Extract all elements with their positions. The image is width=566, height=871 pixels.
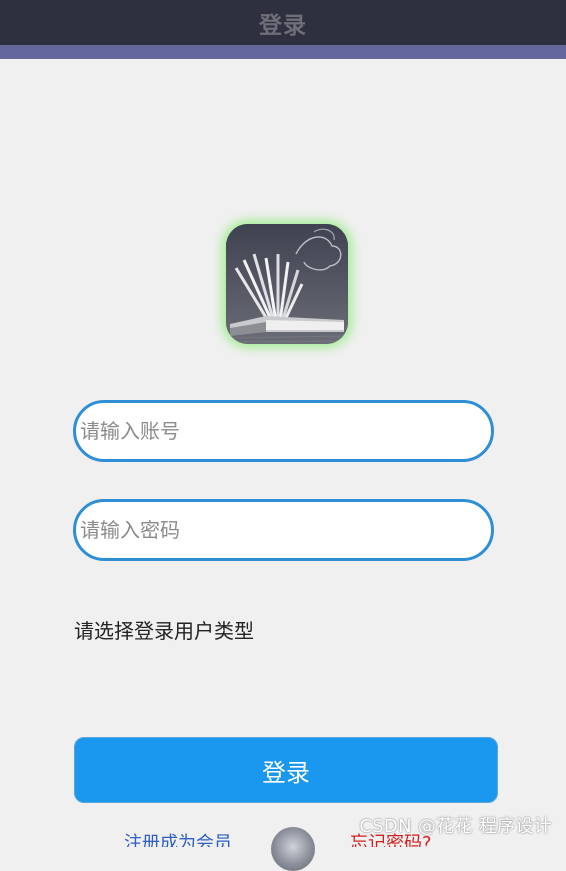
account-field[interactable] [73, 400, 494, 462]
user-type-label: 请选择登录用户类型 [74, 619, 254, 643]
login-button[interactable]: 登录 [74, 737, 498, 803]
avatar [271, 827, 315, 871]
csdn-watermark: CSDN @花花 程序设计 [359, 816, 552, 837]
header-accent-bar [0, 45, 566, 59]
page-title: 登录 [259, 12, 307, 39]
open-book-icon [226, 224, 348, 344]
account-input[interactable] [78, 418, 491, 444]
app-logo [226, 224, 348, 344]
password-field[interactable] [73, 499, 494, 561]
password-input[interactable] [78, 517, 491, 543]
register-link[interactable]: 注册成为会员 [124, 833, 232, 847]
top-navigation-bar: 登录 [0, 0, 566, 45]
